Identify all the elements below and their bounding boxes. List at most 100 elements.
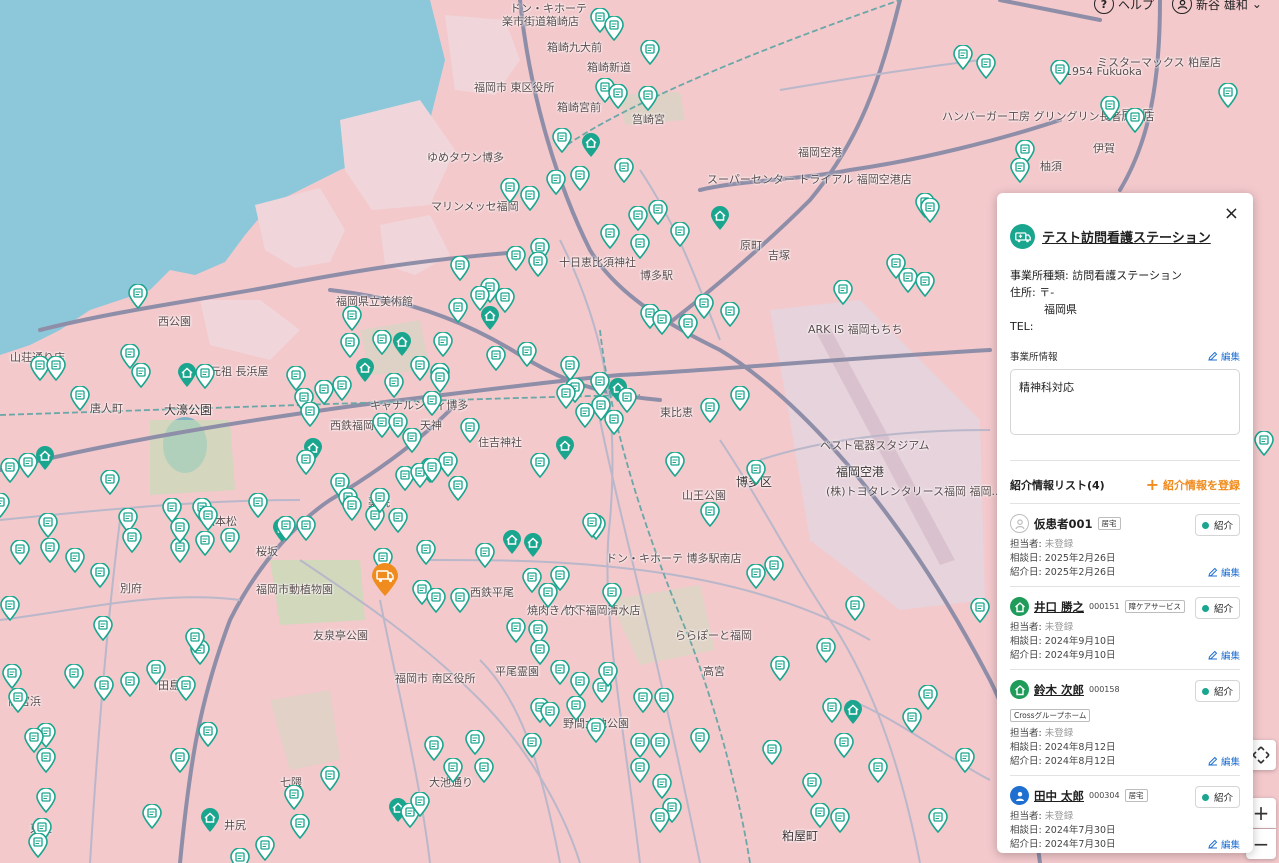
home-care-marker-icon[interactable] <box>802 773 822 798</box>
home-care-marker-icon[interactable] <box>384 373 404 398</box>
home-care-marker-icon[interactable] <box>296 516 316 541</box>
home-care-marker-icon[interactable] <box>422 391 442 416</box>
home-care-marker-icon[interactable] <box>502 530 522 555</box>
home-care-marker-icon[interactable] <box>528 252 548 277</box>
home-care-marker-icon[interactable] <box>128 284 148 309</box>
referral-status[interactable]: 紹介 <box>1194 786 1240 808</box>
home-care-marker-icon[interactable] <box>822 698 842 723</box>
home-care-marker-icon[interactable] <box>555 436 575 461</box>
home-care-marker-icon[interactable] <box>200 808 220 833</box>
help-link[interactable]: ? ヘルプ <box>1094 0 1154 14</box>
home-care-marker-icon[interactable] <box>340 333 360 358</box>
home-care-marker-icon[interactable] <box>480 306 500 331</box>
referral-edit-button[interactable]: 編集 <box>1208 754 1240 768</box>
home-care-marker-icon[interactable] <box>198 722 218 747</box>
home-care-marker-icon[interactable] <box>90 563 110 588</box>
home-care-marker-icon[interactable] <box>70 386 90 411</box>
home-care-marker-icon[interactable] <box>38 513 58 538</box>
home-care-marker-icon[interactable] <box>372 330 392 355</box>
home-care-marker-icon[interactable] <box>388 508 408 533</box>
home-care-marker-icon[interactable] <box>540 702 560 727</box>
home-care-marker-icon[interactable] <box>433 332 453 357</box>
referral-edit-button[interactable]: 編集 <box>1208 648 1240 662</box>
home-care-marker-icon[interactable] <box>410 356 430 381</box>
home-care-marker-icon[interactable] <box>552 128 572 153</box>
home-care-marker-icon[interactable] <box>486 346 506 371</box>
home-care-marker-icon[interactable] <box>230 848 250 863</box>
home-care-marker-icon[interactable] <box>556 384 576 409</box>
home-care-marker-icon[interactable] <box>474 758 494 783</box>
home-care-marker-icon[interactable] <box>276 516 296 541</box>
home-care-marker-icon[interactable] <box>94 676 114 701</box>
home-care-marker-icon[interactable] <box>448 298 468 323</box>
home-care-marker-icon[interactable] <box>650 808 670 833</box>
home-care-marker-icon[interactable] <box>600 224 620 249</box>
home-care-marker-icon[interactable] <box>450 256 470 281</box>
home-care-marker-icon[interactable] <box>35 446 55 471</box>
home-care-marker-icon[interactable] <box>690 728 710 753</box>
home-care-marker-icon[interactable] <box>1218 83 1238 108</box>
home-care-marker-icon[interactable] <box>448 476 468 501</box>
home-care-marker-icon[interactable] <box>36 788 56 813</box>
home-care-marker-icon[interactable] <box>2 664 22 689</box>
home-care-marker-icon[interactable] <box>522 733 542 758</box>
home-care-marker-icon[interactable] <box>500 178 520 203</box>
home-care-marker-icon[interactable] <box>652 774 672 799</box>
home-care-marker-icon[interactable] <box>630 758 650 783</box>
home-care-marker-icon[interactable] <box>10 540 30 565</box>
home-care-marker-icon[interactable] <box>570 672 590 697</box>
home-care-marker-icon[interactable] <box>0 596 20 621</box>
home-care-marker-icon[interactable] <box>843 700 863 725</box>
home-care-marker-icon[interactable] <box>746 564 766 589</box>
selected-facility-marker-icon[interactable] <box>371 563 399 597</box>
home-care-marker-icon[interactable] <box>424 736 444 761</box>
home-care-marker-icon[interactable] <box>746 460 766 485</box>
home-care-marker-icon[interactable] <box>220 528 240 553</box>
home-care-marker-icon[interactable] <box>770 656 790 681</box>
home-care-marker-icon[interactable] <box>255 836 275 861</box>
home-care-marker-icon[interactable] <box>650 733 670 758</box>
home-care-marker-icon[interactable] <box>694 294 714 319</box>
home-care-marker-icon[interactable] <box>416 540 436 565</box>
home-care-marker-icon[interactable] <box>170 748 190 773</box>
home-care-marker-icon[interactable] <box>928 808 948 833</box>
home-care-marker-icon[interactable] <box>1125 108 1145 133</box>
home-care-marker-icon[interactable] <box>142 804 162 829</box>
home-care-marker-icon[interactable] <box>122 528 142 553</box>
home-care-marker-icon[interactable] <box>604 410 624 435</box>
home-care-marker-icon[interactable] <box>40 538 60 563</box>
home-care-marker-icon[interactable] <box>342 306 362 331</box>
home-care-marker-icon[interactable] <box>443 758 463 783</box>
home-care-marker-icon[interactable] <box>550 660 570 685</box>
home-care-marker-icon[interactable] <box>176 676 196 701</box>
facility-title[interactable]: テスト訪問看護ステーション <box>1042 227 1211 246</box>
referral-name[interactable]: 井口 勝之 <box>1034 599 1084 615</box>
home-care-marker-icon[interactable] <box>700 502 720 527</box>
home-care-marker-icon[interactable] <box>590 372 610 397</box>
home-care-marker-icon[interactable] <box>332 376 352 401</box>
home-care-marker-icon[interactable] <box>28 833 48 858</box>
home-care-marker-icon[interactable] <box>970 598 990 623</box>
home-care-marker-icon[interactable] <box>93 616 113 641</box>
home-care-marker-icon[interactable] <box>284 785 304 810</box>
home-care-marker-icon[interactable] <box>920 198 940 223</box>
home-care-marker-icon[interactable] <box>608 84 628 109</box>
home-care-marker-icon[interactable] <box>582 513 602 538</box>
home-care-marker-icon[interactable] <box>410 792 430 817</box>
home-care-marker-icon[interactable] <box>710 206 730 231</box>
home-care-marker-icon[interactable] <box>700 398 720 423</box>
home-care-marker-icon[interactable] <box>1100 96 1120 121</box>
home-care-marker-icon[interactable] <box>833 280 853 305</box>
office-info-edit-button[interactable]: 編集 <box>1208 349 1240 363</box>
home-care-marker-icon[interactable] <box>953 45 973 70</box>
home-care-marker-icon[interactable] <box>65 548 85 573</box>
home-care-marker-icon[interactable] <box>845 596 865 621</box>
home-care-marker-icon[interactable] <box>120 672 140 697</box>
home-care-marker-icon[interactable] <box>517 342 537 367</box>
home-care-marker-icon[interactable] <box>902 708 922 733</box>
home-care-marker-icon[interactable] <box>8 688 28 713</box>
home-care-marker-icon[interactable] <box>355 358 375 383</box>
home-care-marker-icon[interactable] <box>566 696 586 721</box>
home-care-marker-icon[interactable] <box>586 718 606 743</box>
home-care-marker-icon[interactable] <box>810 803 830 828</box>
